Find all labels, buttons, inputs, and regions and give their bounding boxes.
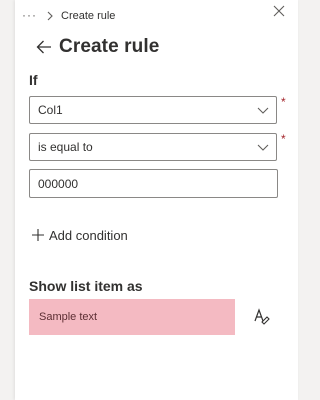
sample-text: Sample text: [39, 311, 98, 323]
breadcrumb-overflow-button[interactable]: ···: [22, 9, 37, 21]
chevron-right-icon: [47, 11, 53, 21]
page-title: Create rule: [59, 36, 160, 57]
operator-dropdown[interactable]: is equal to: [29, 133, 277, 161]
breadcrumb-current: Create rule: [61, 10, 116, 22]
close-icon[interactable]: [271, 3, 287, 19]
add-condition-label: Add condition: [49, 227, 128, 243]
operator-dropdown-value: is equal to: [38, 140, 93, 154]
panel-header: Create rule: [35, 35, 159, 59]
chevron-down-icon: [257, 144, 269, 151]
breadcrumb: ··· Create rule: [22, 8, 115, 24]
sample-format-preview[interactable]: Sample text: [29, 299, 235, 335]
if-label: If: [29, 72, 38, 88]
paint-format-icon[interactable]: [251, 306, 271, 326]
column-required-mark: *: [281, 95, 286, 109]
show-list-item-label: Show list item as: [29, 278, 143, 294]
column-dropdown[interactable]: Col1: [29, 96, 277, 124]
column-dropdown-value: Col1: [38, 103, 63, 117]
add-condition-button[interactable]: Add condition: [31, 226, 128, 244]
value-input[interactable]: [29, 169, 278, 198]
rule-panel: [15, 0, 298, 400]
operator-required-mark: *: [281, 132, 286, 146]
chevron-down-icon: [257, 107, 269, 114]
arrow-left-icon[interactable]: [35, 38, 53, 56]
plus-icon: [32, 229, 44, 241]
